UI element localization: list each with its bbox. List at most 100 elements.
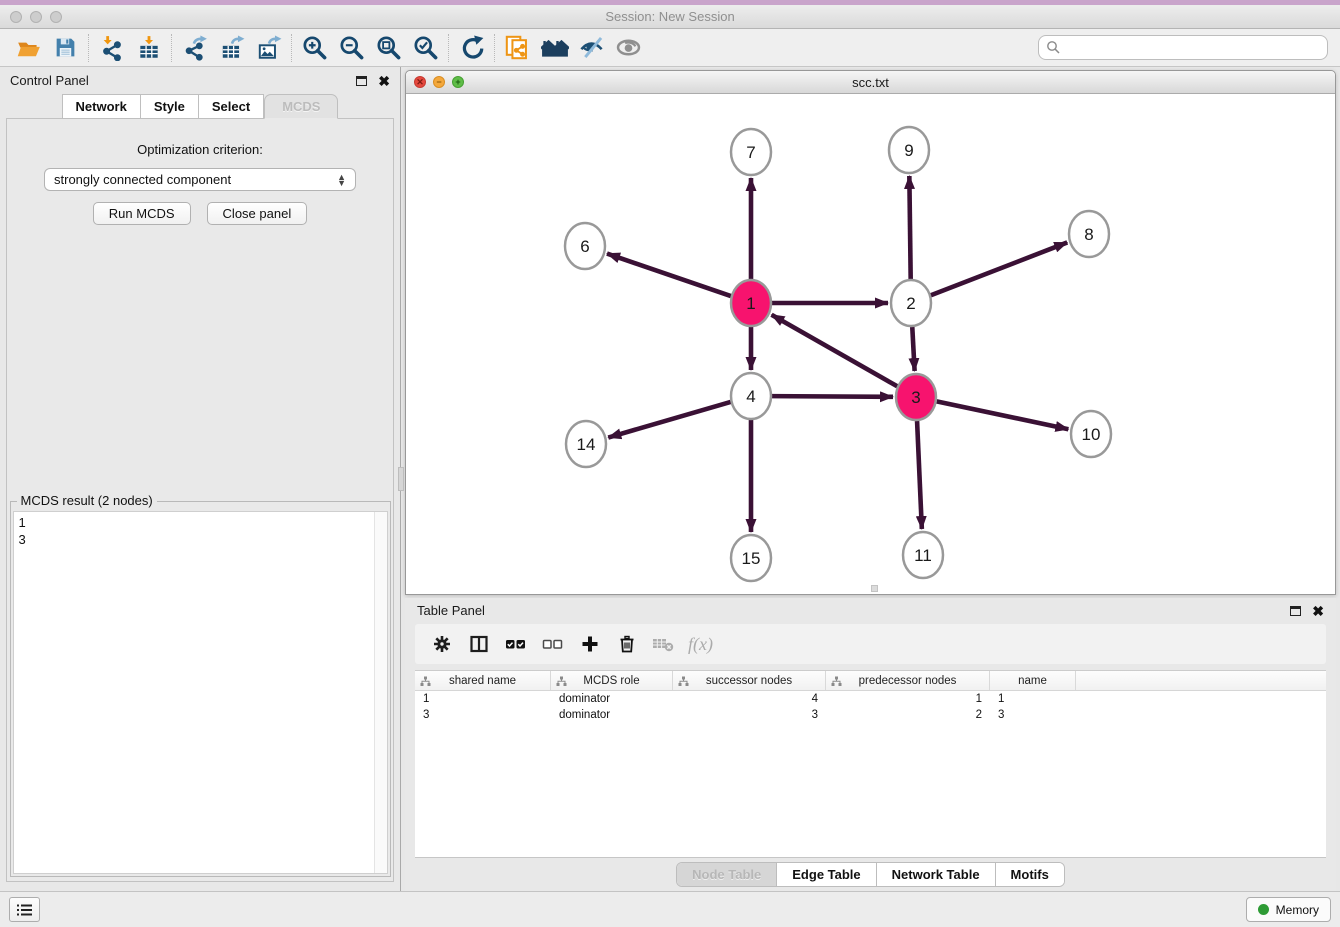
maximize-window-button[interactable]: [50, 11, 62, 23]
table-row[interactable]: 1dominator411: [415, 691, 1326, 707]
table-cell[interactable]: 3: [415, 707, 551, 723]
search-input[interactable]: [1038, 35, 1328, 60]
column-header-successor-nodes[interactable]: successor nodes: [673, 671, 826, 690]
column-group-icon: [556, 676, 567, 687]
graph-node-3[interactable]: 3: [896, 374, 936, 420]
graph-node-9[interactable]: 9: [889, 127, 929, 173]
graph-edge-3-10[interactable]: [937, 401, 1069, 429]
result-scrollbar[interactable]: [374, 512, 387, 873]
close-panel-button[interactable]: Close panel: [207, 202, 308, 225]
import-network-icon[interactable]: [93, 31, 130, 65]
table-cell[interactable]: 2: [826, 707, 990, 723]
network-window-titlebar[interactable]: ✕ − + scc.txt: [406, 71, 1335, 94]
graph-edge-2-3[interactable]: [912, 327, 914, 371]
export-network-icon[interactable]: [176, 31, 213, 65]
close-window-button[interactable]: [10, 11, 22, 23]
table-cell[interactable]: dominator: [551, 691, 673, 707]
column-header-shared-name[interactable]: shared name: [415, 671, 551, 690]
search-icon: [1046, 40, 1061, 60]
graph-node-14[interactable]: 14: [566, 421, 606, 467]
tab-motifs[interactable]: Motifs: [995, 863, 1064, 886]
table-panel: Table Panel ✖: [405, 598, 1336, 891]
graph-edge-4-14[interactable]: [608, 402, 730, 438]
save-session-icon[interactable]: [47, 31, 84, 65]
column-header-predecessor-nodes[interactable]: predecessor nodes: [826, 671, 990, 690]
ndex-browse-icon[interactable]: [536, 31, 573, 65]
tab-select[interactable]: Select: [199, 94, 264, 119]
open-session-icon[interactable]: [10, 31, 47, 65]
graph-node-1[interactable]: 1: [731, 280, 771, 326]
table-cell[interactable]: 1: [415, 691, 551, 707]
column-header-name[interactable]: name: [990, 671, 1076, 690]
tab-network-table[interactable]: Network Table: [876, 863, 995, 886]
minimize-window-button[interactable]: [30, 11, 42, 23]
graph-node-7[interactable]: 7: [731, 129, 771, 175]
hide-graphics-details-icon[interactable]: [573, 31, 610, 65]
tab-edge-table[interactable]: Edge Table: [776, 863, 875, 886]
task-history-button[interactable]: [9, 897, 40, 922]
tab-style[interactable]: Style: [141, 94, 199, 119]
graph-edge-3-11[interactable]: [917, 421, 922, 529]
graph-node-2[interactable]: 2: [891, 280, 931, 326]
node-table: shared nameMCDS rolesuccessor nodesprede…: [415, 670, 1326, 858]
deselect-all-columns-icon[interactable]: [534, 624, 571, 664]
table-toolbar: f(x): [415, 624, 1326, 664]
graph-edge-2-8[interactable]: [931, 242, 1067, 295]
export-table-icon[interactable]: [213, 31, 250, 65]
close-table-panel-icon[interactable]: ✖: [1312, 604, 1324, 618]
float-table-panel-icon[interactable]: [1290, 606, 1301, 616]
panel-splitter-handle[interactable]: [398, 467, 404, 491]
tab-network[interactable]: Network: [62, 94, 141, 119]
table-cell[interactable]: 1: [826, 691, 990, 707]
graph-edge-4-3[interactable]: [772, 396, 893, 397]
float-panel-icon[interactable]: [356, 76, 367, 86]
optimization-criterion-label: Optimization criterion:: [137, 142, 263, 157]
delete-column-icon[interactable]: [608, 624, 645, 664]
column-header-mcds-role[interactable]: MCDS role: [551, 671, 673, 690]
refresh-network-icon[interactable]: [453, 31, 490, 65]
run-mcds-button[interactable]: Run MCDS: [93, 202, 191, 225]
memory-status-dot: [1258, 904, 1269, 915]
network-minimize-button[interactable]: −: [433, 76, 445, 88]
table-cell[interactable]: dominator: [551, 707, 673, 723]
zoom-out-icon[interactable]: [333, 31, 370, 65]
app-title: Session: New Session: [0, 5, 1340, 28]
app-titlebar: Session: New Session: [0, 5, 1340, 29]
control-panel-title: Control Panel: [10, 73, 89, 88]
toggle-graphics-details-icon[interactable]: [610, 31, 647, 65]
memory-button[interactable]: Memory: [1246, 897, 1331, 922]
canvas-resize-handle[interactable]: [871, 585, 878, 592]
zoom-in-icon[interactable]: [296, 31, 333, 65]
graph-node-10[interactable]: 10: [1071, 411, 1111, 457]
open-from-ndex-icon[interactable]: [499, 31, 536, 65]
graph-node-6[interactable]: 6: [565, 223, 605, 269]
graph-edge-3-1[interactable]: [772, 315, 898, 387]
graph-edge-2-9[interactable]: [909, 176, 910, 279]
table-row[interactable]: 3dominator323: [415, 707, 1326, 723]
export-image-icon[interactable]: [250, 31, 287, 65]
graph-edge-1-6[interactable]: [607, 254, 731, 297]
zoom-selected-icon[interactable]: [407, 31, 444, 65]
graph-node-8[interactable]: 8: [1069, 211, 1109, 257]
close-panel-icon[interactable]: ✖: [378, 74, 390, 88]
table-cell[interactable]: 3: [673, 707, 826, 723]
mcds-result-text[interactable]: 1 3: [14, 512, 374, 873]
graph-node-15[interactable]: 15: [731, 535, 771, 581]
select-all-columns-icon[interactable]: [497, 624, 534, 664]
network-maximize-button[interactable]: +: [452, 76, 464, 88]
table-cell[interactable]: 3: [990, 707, 1076, 723]
tab-node-table[interactable]: Node Table: [677, 863, 776, 886]
network-close-button[interactable]: ✕: [414, 76, 426, 88]
create-column-icon[interactable]: [571, 624, 608, 664]
graph-node-4[interactable]: 4: [731, 373, 771, 419]
criterion-dropdown[interactable]: strongly connected component ▲▼: [44, 168, 356, 191]
table-cell[interactable]: 1: [990, 691, 1076, 707]
table-settings-gear-icon[interactable]: [423, 624, 460, 664]
column-layout-icon[interactable]: [460, 624, 497, 664]
zoom-fit-icon[interactable]: [370, 31, 407, 65]
graph-node-11[interactable]: 11: [903, 532, 943, 578]
import-table-icon[interactable]: [130, 31, 167, 65]
network-canvas[interactable]: 7 9 6 8 1 2 4 3 14 10 15 11: [406, 94, 1335, 594]
table-cell[interactable]: 4: [673, 691, 826, 707]
tab-mcds[interactable]: MCDS: [264, 94, 338, 119]
